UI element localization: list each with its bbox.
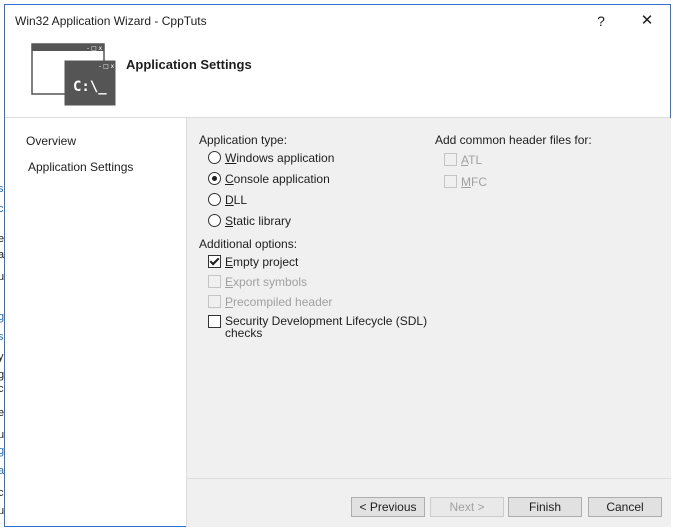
icon-prompt-text: C:\_ [73,79,107,95]
sidebar-item-application-settings[interactable]: Application Settings [28,160,133,174]
radio-button[interactable] [208,151,221,164]
next-button: Next > [430,497,504,517]
checkbox-disabled [444,153,457,166]
wizard-header: - □ x - □ x C:\_ Application Settings [5,37,670,118]
background-text-fragment: c [0,203,4,215]
wizard-footer: < Previous Next > Finish Cancel [186,478,671,527]
settings-panel: Application type: Windows application Co… [186,118,671,478]
checkbox-checked[interactable] [208,255,221,268]
cancel-button[interactable]: Cancel [588,497,662,517]
background-text-fragment: c [0,487,4,499]
radio-button-selected[interactable] [208,172,221,185]
icon-window-dots: - □ x [87,45,103,52]
checkbox-disabled [208,295,221,308]
background-text-fragment: y [0,351,4,363]
sidebar-item-overview[interactable]: Overview [26,134,76,148]
checkbox-disabled [444,175,457,188]
title-bar: Win32 Application Wizard - CppTuts ? ✕ [5,5,670,37]
checkbox-disabled [208,275,221,288]
wizard-sidebar: Overview Application Settings [5,118,185,526]
background-text-fragment: c [0,383,4,395]
application-type-label: Application type: [199,133,288,147]
help-button[interactable]: ? [579,5,623,37]
icon-console-dots: - □ x [99,63,115,70]
checkbox-unchecked[interactable] [208,315,221,328]
page-title: Application Settings [126,57,252,72]
wizard-dialog: Win32 Application Wizard - CppTuts ? ✕ -… [4,4,671,527]
close-button[interactable]: ✕ [625,5,669,37]
background-text-fragment: s [0,183,4,195]
window-title: Win32 Application Wizard - CppTuts [15,14,207,28]
background-text-fragment: s [0,331,4,343]
header-files-label: Add common header files for: [435,133,592,147]
previous-button[interactable]: < Previous [351,497,425,517]
radio-button[interactable] [208,193,221,206]
radio-button[interactable] [208,214,221,227]
additional-options-label: Additional options: [199,237,298,251]
console-app-icon: - □ x - □ x C:\_ [31,43,116,106]
finish-button[interactable]: Finish [508,497,582,517]
